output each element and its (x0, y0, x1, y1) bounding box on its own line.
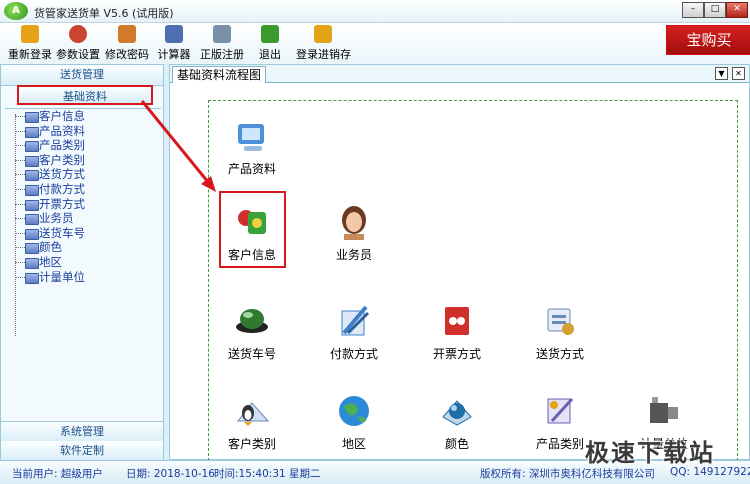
settings-button[interactable]: 参数设置 (56, 25, 100, 63)
folder-icon (25, 141, 39, 153)
folder-icon (25, 272, 39, 284)
software-customization-button[interactable]: 软件定制 (1, 441, 163, 462)
node-product-data[interactable]: 产品资料 (212, 118, 292, 177)
register-icon (213, 25, 231, 43)
folder-icon (25, 214, 39, 226)
buy-promo-button[interactable]: 宝购买 (666, 25, 750, 55)
change-password-button[interactable]: 修改密码 (105, 25, 149, 63)
relogin-button[interactable]: 重新登录 (8, 25, 52, 63)
folder-icon (25, 184, 39, 196)
folder-icon (25, 126, 39, 138)
inventory-login-icon (314, 25, 332, 43)
tab-basic-data-flow[interactable]: 基础资料流程图 (172, 66, 267, 83)
status-time: 时间:15:40:31 星期二 (214, 468, 321, 480)
color-icon (442, 400, 472, 426)
sidebar: 送货管理 基础资料 客户信息 产品资料 产品类别 客户类别 送货方式 付款方式 … (0, 64, 164, 462)
status-current-user: 当前用户: 超级用户 (12, 468, 103, 480)
inventory-login-button[interactable]: 登录进销存 (296, 25, 351, 63)
folder-icon (25, 155, 39, 167)
tree-item-customer-info[interactable]: 客户信息 (5, 109, 161, 124)
tree-item-unit[interactable]: 计量单位 (5, 270, 161, 285)
watermark: 极速下载站 (585, 439, 715, 467)
delivery-icon (547, 308, 574, 335)
node-color[interactable]: 颜色 (417, 393, 497, 452)
tree-item-customer-type[interactable]: 客户类别 (5, 153, 161, 168)
tab-dropdown-button[interactable]: ▼ (715, 67, 728, 80)
window-title: 货管家送货单 V5.6 (试用版) (34, 7, 174, 20)
settings-icon (69, 25, 87, 43)
product-icon (238, 124, 264, 151)
payment-icon (341, 305, 370, 336)
status-date: 日期: 2018-10-16 (126, 468, 215, 480)
invoice-icon (445, 307, 469, 335)
node-region[interactable]: 地区 (314, 393, 394, 452)
unit-icon (650, 397, 678, 423)
folder-icon (25, 228, 39, 240)
close-button[interactable]: ✕ (726, 2, 748, 18)
basic-data-tree: 客户信息 产品资料 产品类别 客户类别 送货方式 付款方式 开票方式 业务员 送… (5, 108, 161, 421)
region-icon (339, 396, 369, 426)
relogin-icon (21, 25, 39, 43)
folder-icon (25, 243, 39, 255)
node-customer-type[interactable]: 客户类别 (212, 393, 292, 452)
folder-icon (25, 170, 39, 182)
calculator-icon (165, 25, 183, 43)
tree-item-invoice-method[interactable]: 开票方式 (5, 197, 161, 212)
password-icon (118, 25, 136, 43)
calculator-button[interactable]: 计算器 (156, 25, 192, 63)
basic-data-button[interactable]: 基础资料 (17, 85, 153, 105)
customer-info-highlight (219, 191, 286, 268)
minimize-button[interactable]: – (682, 2, 704, 18)
folder-icon (25, 257, 39, 269)
exit-button[interactable]: 退出 (256, 25, 284, 63)
tree-item-region[interactable]: 地区 (5, 255, 161, 270)
tree-item-payment-method[interactable]: 付款方式 (5, 182, 161, 197)
folder-icon (25, 199, 39, 211)
node-payment-method[interactable]: 付款方式 (314, 303, 394, 362)
delivery-management-button[interactable]: 送货管理 (1, 65, 163, 86)
tree-item-color[interactable]: 颜色 (5, 240, 161, 255)
tree-item-product-type[interactable]: 产品类别 (5, 138, 161, 153)
toolbar: 重新登录 参数设置 修改密码 计算器 正版注册 退出 登录进销存 (0, 23, 750, 63)
register-button[interactable]: 正版注册 (200, 25, 244, 63)
tab-close-button[interactable]: ✕ (732, 67, 745, 80)
vehicle-icon (236, 309, 268, 333)
tree-item-vehicle[interactable]: 送货车号 (5, 226, 161, 241)
salesperson-icon (342, 206, 366, 240)
app-logo: A (4, 2, 28, 20)
product-type-icon (547, 397, 574, 424)
exit-icon (261, 25, 279, 43)
tree-item-salesperson[interactable]: 业务员 (5, 211, 161, 226)
folder-icon (25, 112, 39, 123)
node-vehicle[interactable]: 送货车号 (212, 303, 292, 362)
tree-item-delivery-method[interactable]: 送货方式 (5, 167, 161, 182)
node-salesperson[interactable]: 业务员 (314, 204, 394, 263)
tree-item-product-data[interactable]: 产品资料 (5, 124, 161, 139)
node-invoice-method[interactable]: 开票方式 (417, 303, 497, 362)
maximize-button[interactable]: □ (704, 2, 726, 18)
customer-type-icon (236, 402, 270, 426)
title-bar: A 货管家送货单 V5.6 (试用版) – □ ✕ (0, 0, 750, 23)
system-management-button[interactable]: 系统管理 (1, 421, 163, 443)
node-delivery-method[interactable]: 送货方式 (520, 303, 600, 362)
